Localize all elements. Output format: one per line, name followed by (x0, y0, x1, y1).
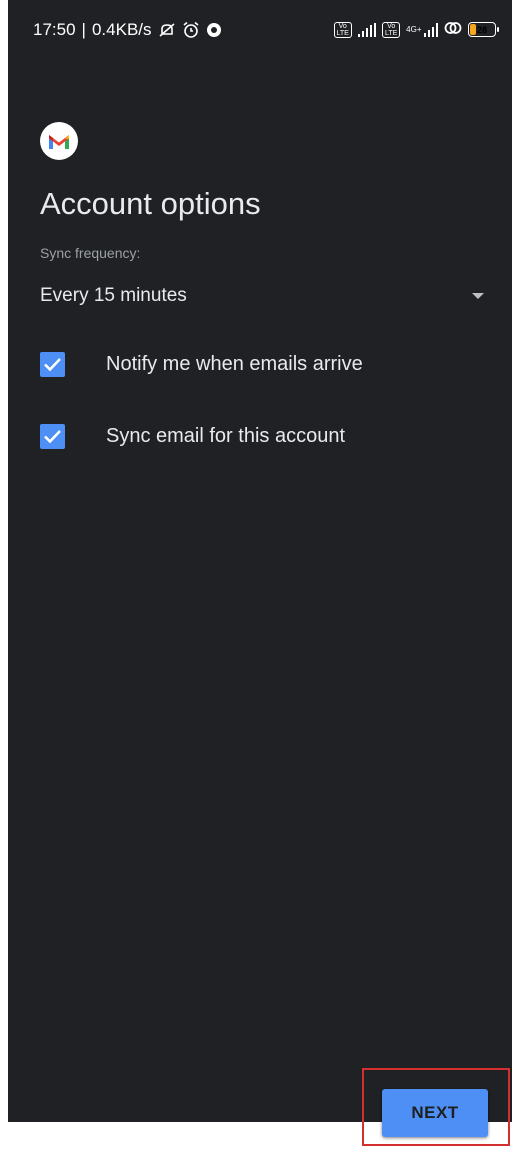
notify-checkbox[interactable] (40, 351, 65, 377)
status-bar: 17:50 | 0.4KB/s Vo LTE Vo LTE 4G+ 28 (8, 0, 512, 60)
page-title: Account options (40, 186, 261, 221)
signal-icon (423, 22, 438, 37)
status-separator: | (81, 20, 86, 39)
notify-option[interactable]: Notify me when emails arrive (40, 344, 486, 384)
battery-level: 28 (476, 24, 487, 35)
notify-label: Notify me when emails arrive (106, 352, 363, 375)
volte-icon: Vo LTE (333, 21, 352, 38)
sync-email-checkbox[interactable] (40, 423, 65, 449)
status-time: 17:50 (33, 20, 76, 39)
mute-icon (158, 22, 176, 38)
app-notification-icon (206, 22, 222, 38)
checkmark-icon (44, 357, 61, 371)
network-type: 4G+ (406, 24, 422, 34)
sync-email-option[interactable]: Sync email for this account (40, 416, 486, 456)
sync-frequency-label: Sync frequency: (40, 245, 141, 261)
hotspot-icon (444, 20, 462, 39)
volte-icon: Vo LTE (382, 21, 401, 38)
gmail-logo (40, 122, 78, 160)
next-button[interactable]: NEXT (382, 1089, 488, 1137)
checkmark-icon (44, 429, 61, 443)
status-left: 17:50 | 0.4KB/s (33, 20, 222, 40)
signal-icon (357, 22, 377, 37)
sync-frequency-dropdown[interactable]: Every 15 minutes (40, 276, 486, 316)
sync-email-label: Sync email for this account (106, 424, 345, 447)
alarm-icon (182, 21, 200, 39)
status-speed: 0.4KB/s (91, 20, 152, 39)
sync-frequency-value: Every 15 minutes (40, 285, 187, 306)
status-right: Vo LTE Vo LTE 4G+ 28 (333, 20, 499, 39)
app-screen: 17:50 | 0.4KB/s Vo LTE Vo LTE 4G+ 28 Acc… (8, 0, 512, 1122)
dropdown-arrow-icon (472, 293, 484, 299)
battery-icon: 28 (468, 22, 499, 37)
